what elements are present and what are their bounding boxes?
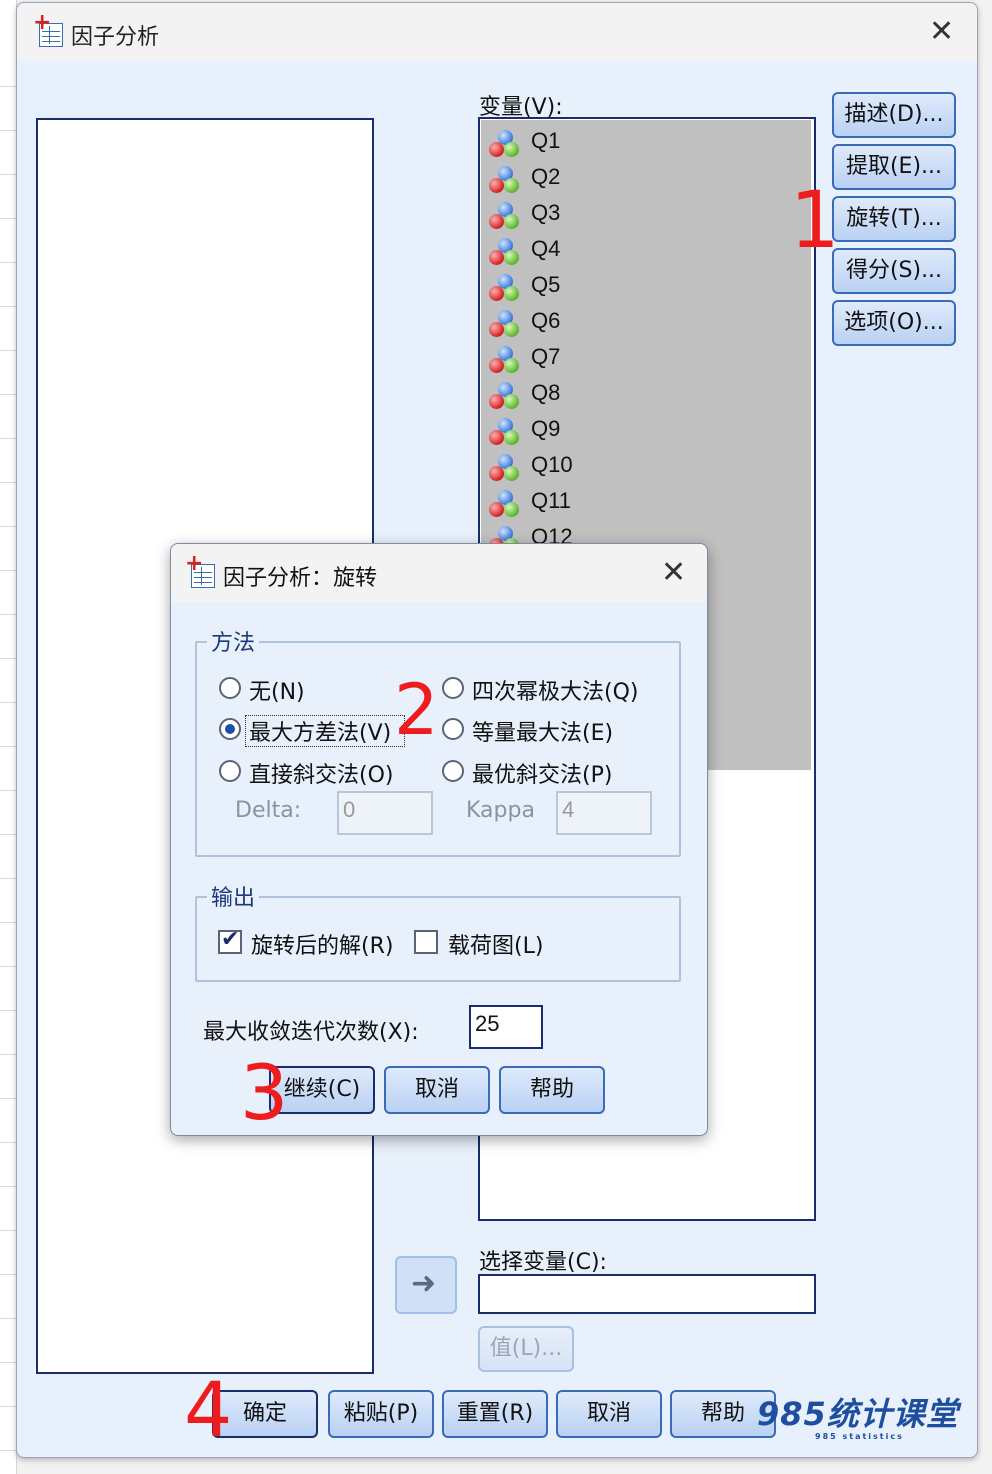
spss-app-icon: + xyxy=(185,553,217,588)
loading-plot-checkbox[interactable] xyxy=(414,930,438,954)
scale-variable-icon xyxy=(489,166,523,196)
selection-variable-field[interactable] xyxy=(478,1274,816,1314)
method-quartimax-radio[interactable] xyxy=(442,677,464,699)
loading-plot-label[interactable]: 载荷图(L) xyxy=(448,928,543,960)
selection-variable-label: 选择变量(C): xyxy=(479,1250,607,1275)
title-bar: + 因子分析 ✕ xyxy=(17,3,977,61)
rotation-dialog-title: 因子分析：旋转 xyxy=(223,566,378,591)
method-varimax-radio[interactable] xyxy=(219,718,241,740)
descriptives-button[interactable]: 描述(D)... xyxy=(832,92,956,138)
reset-button[interactable]: 重置(R) xyxy=(442,1390,548,1438)
method-oblimin-label[interactable]: 直接斜交法(O) xyxy=(249,757,393,789)
scale-variable-icon xyxy=(489,238,523,268)
kappa-label: Kappa xyxy=(466,798,535,823)
method-equamax-label[interactable]: 等量最大法(E) xyxy=(472,715,613,747)
close-icon[interactable]: ✕ xyxy=(661,558,686,588)
method-quartimax-label[interactable]: 四次幂极大法(Q) xyxy=(472,674,638,706)
method-promax-radio[interactable] xyxy=(442,760,464,782)
scale-variable-icon xyxy=(489,454,523,484)
watermark-logo: 985统计课堂 xyxy=(757,1395,959,1433)
rotation-button[interactable]: 旋转(T)... xyxy=(832,196,956,242)
step-annotation-2: 2 xyxy=(394,669,439,751)
scale-variable-icon xyxy=(489,346,523,376)
method-equamax-radio[interactable] xyxy=(442,718,464,740)
step-annotation-1: 1 xyxy=(790,176,840,266)
scale-variable-icon xyxy=(489,274,523,304)
close-icon[interactable]: ✕ xyxy=(929,17,954,47)
scale-variable-icon xyxy=(489,382,523,412)
paste-button[interactable]: 粘贴(P) xyxy=(328,1390,434,1438)
background-spreadsheet xyxy=(0,0,17,1474)
scale-variable-icon xyxy=(489,310,523,340)
cancel-button[interactable]: 取消 xyxy=(556,1390,662,1438)
scale-variable-icon xyxy=(489,418,523,448)
method-group-label: 方法 xyxy=(207,625,260,657)
arrow-right-icon: ➜ xyxy=(411,1266,437,1301)
value-button[interactable]: 值(L)... xyxy=(478,1326,574,1372)
delta-field[interactable]: 0 xyxy=(337,791,433,835)
rotated-solution-label[interactable]: 旋转后的解(R) xyxy=(251,928,393,960)
max-iterations-field[interactable]: 25 xyxy=(469,1005,543,1049)
scale-variable-icon xyxy=(489,202,523,232)
scores-button[interactable]: 得分(S)... xyxy=(832,248,956,294)
method-oblimin-radio[interactable] xyxy=(219,760,241,782)
rotation-cancel-button[interactable]: 取消 xyxy=(384,1066,490,1114)
scale-variable-icon xyxy=(489,490,523,520)
output-group-label: 输出 xyxy=(207,880,260,912)
spss-app-icon: + xyxy=(33,12,65,47)
kappa-field[interactable]: 4 xyxy=(556,791,652,835)
watermark-sub: 985 statistics xyxy=(815,1432,904,1441)
method-none-label[interactable]: 无(N) xyxy=(249,674,305,706)
rotation-title-bar: + 因子分析：旋转 ✕ xyxy=(171,544,707,602)
step-annotation-3: 3 xyxy=(240,1048,289,1137)
options-button[interactable]: 选项(O)... xyxy=(832,300,956,346)
move-arrow-button[interactable]: ➜ xyxy=(395,1256,457,1314)
method-promax-label[interactable]: 最优斜交法(P) xyxy=(472,757,612,789)
max-iterations-label: 最大收敛迭代次数(X): xyxy=(203,1020,419,1045)
delta-label: Delta: xyxy=(235,798,302,823)
step-annotation-4: 4 xyxy=(184,1365,233,1454)
rotation-help-button[interactable]: 帮助 xyxy=(499,1066,605,1114)
extraction-button[interactable]: 提取(E)... xyxy=(832,144,956,190)
rotated-solution-checkbox[interactable] xyxy=(218,927,242,954)
scale-variable-icon xyxy=(489,130,523,160)
method-none-radio[interactable] xyxy=(219,677,241,699)
focus-indicator xyxy=(245,715,405,747)
dialog-title: 因子分析 xyxy=(71,25,160,50)
